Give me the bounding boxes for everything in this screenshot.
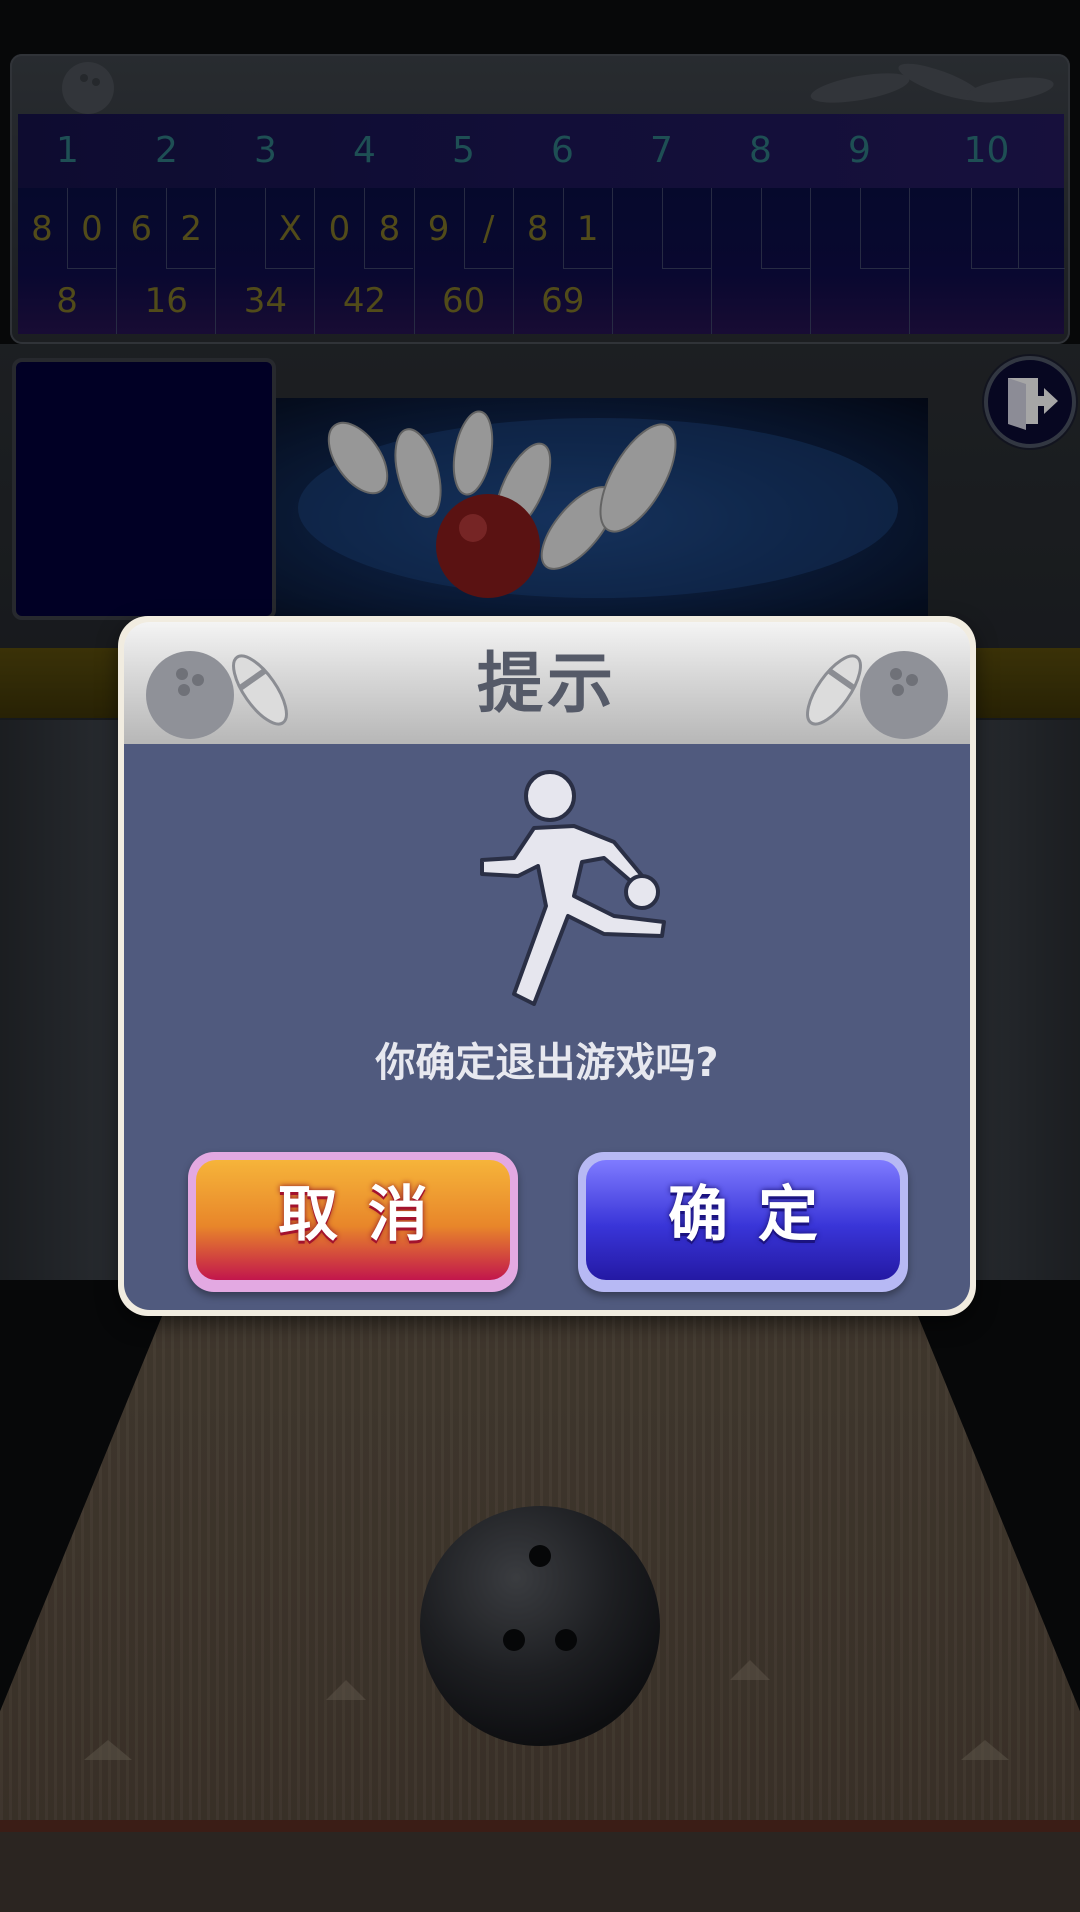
cancel-button[interactable]: 取消 <box>188 1152 518 1292</box>
dialog-header: 提示 <box>124 622 970 744</box>
dialog-title: 提示 <box>477 645 617 722</box>
confirm-button[interactable]: 确定 <box>578 1152 908 1292</box>
confirm-button-label: 确定 <box>668 1180 848 1250</box>
game-screen: 1 2 3 4 5 6 7 8 9 10 8 0 8 6 2 16 X 34 0… <box>0 0 1080 1912</box>
dialog-body: 你确定退出游戏吗? 取消 确定 <box>124 744 970 1310</box>
cancel-button-label: 取消 <box>278 1180 458 1250</box>
exit-confirm-dialog: 提示 你确定退出游戏吗? 取消 确定 <box>118 616 976 1316</box>
dialog-message: 你确定退出游戏吗? <box>375 1040 719 1086</box>
bowler-icon <box>480 770 666 1006</box>
